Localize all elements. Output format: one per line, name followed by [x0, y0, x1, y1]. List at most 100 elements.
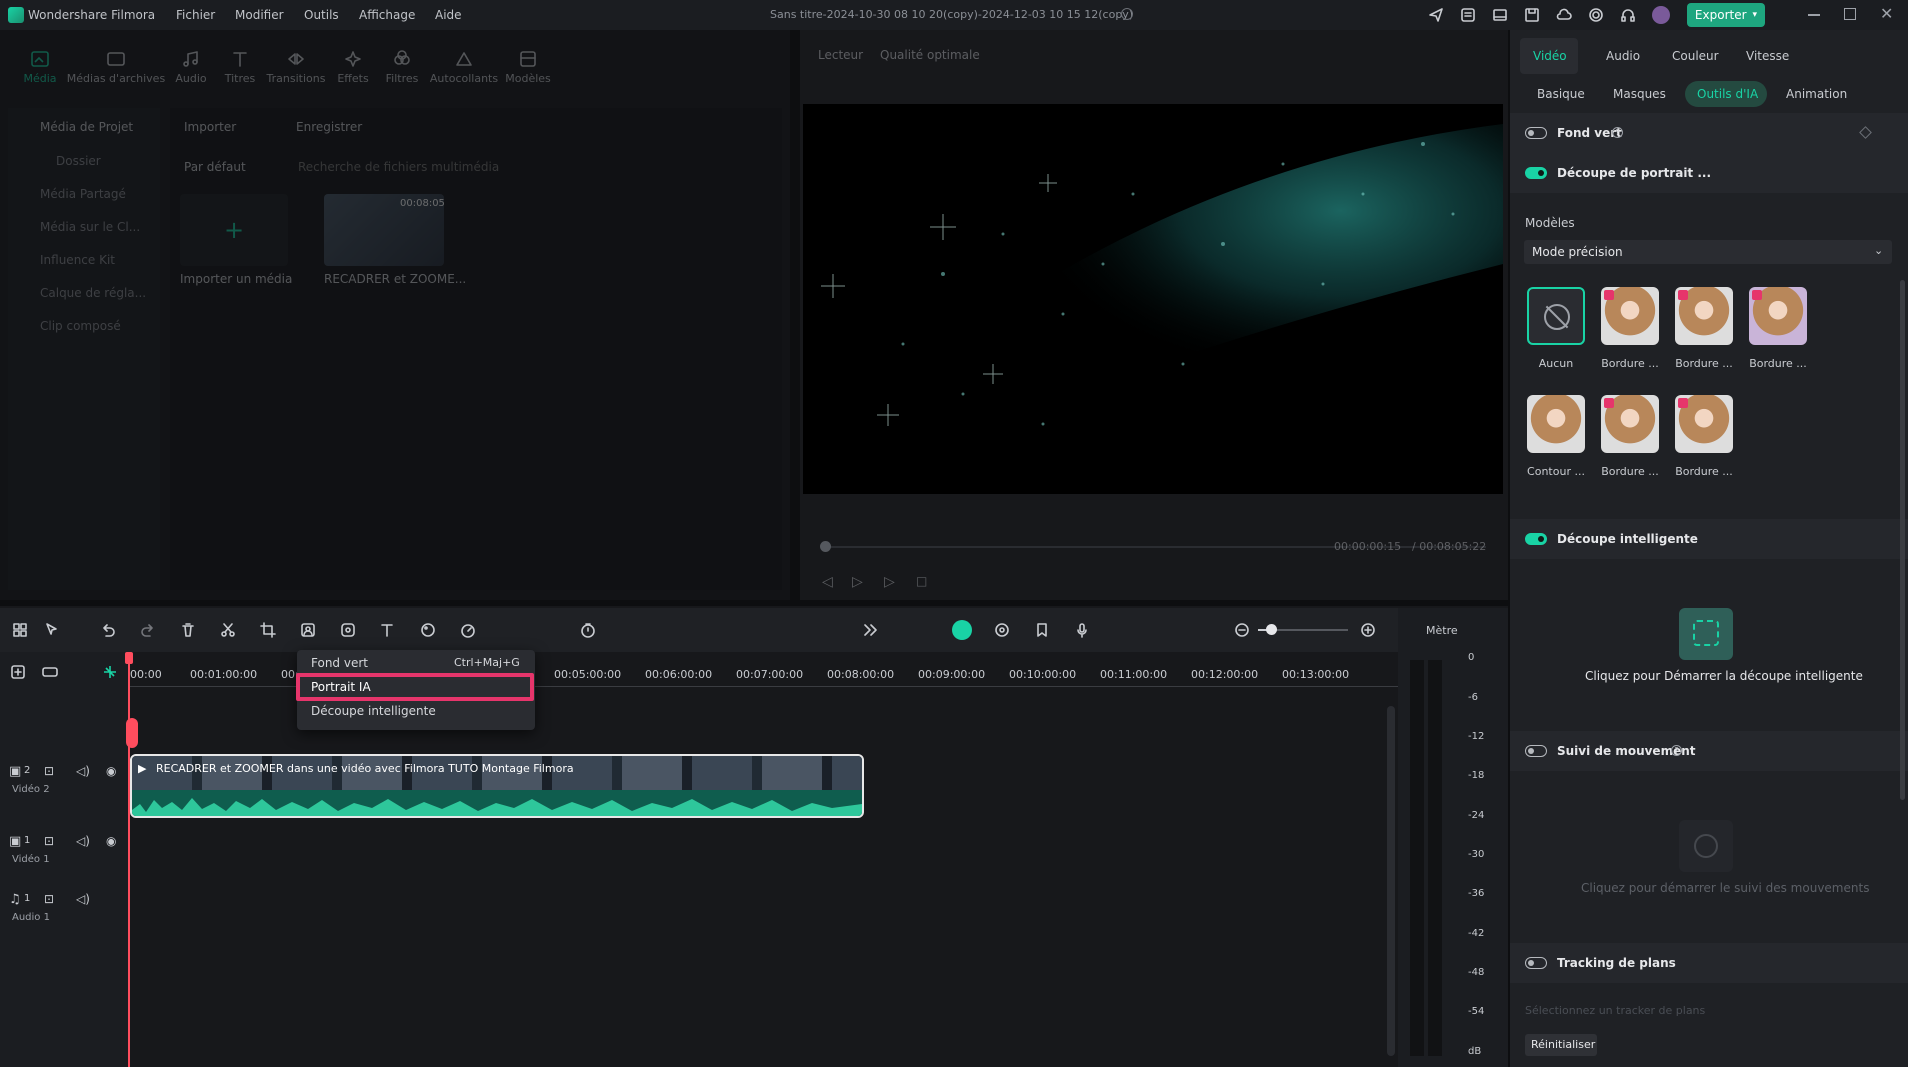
close-button[interactable]: ✕ [1880, 4, 1893, 23]
volume-icon[interactable]: ◁) [76, 764, 90, 778]
subtab-basique[interactable]: Basique [1537, 87, 1585, 101]
step-icon[interactable]: ▷ [852, 574, 863, 590]
smart-cutout-start-button[interactable] [1679, 608, 1733, 660]
lock-icon[interactable]: ⊡ [44, 764, 54, 778]
speed-icon[interactable] [460, 622, 476, 638]
menu-modifier[interactable]: Modifier [235, 8, 284, 22]
menu-item-decoupe-intelligente[interactable]: Découpe intelligente [311, 704, 436, 718]
tab-audio[interactable]: Audio [1606, 49, 1640, 63]
meter-dropdown[interactable]: Mètre [1426, 624, 1458, 637]
decoupe-intelligente-toggle[interactable] [1525, 533, 1547, 545]
eye-icon[interactable]: ◉ [106, 764, 116, 778]
export-button[interactable]: Exporter ▾ [1687, 3, 1765, 27]
lock-icon[interactable]: ⊡ [44, 834, 54, 848]
tab-vitesse[interactable]: Vitesse [1746, 49, 1789, 63]
record-button[interactable]: Enregistrer [296, 120, 362, 134]
suivi-mouvement-toggle[interactable] [1525, 745, 1547, 757]
tab-filtres[interactable]: Filtres [372, 50, 432, 85]
smart-cutout-action[interactable]: Cliquez pour Démarrer la découpe intelli… [1585, 669, 1863, 683]
timeline-scrollbar[interactable] [1387, 706, 1395, 1056]
ai-assistant-icon[interactable] [952, 620, 972, 640]
cut-icon[interactable] [220, 622, 236, 638]
import-button[interactable]: Importer [184, 120, 236, 134]
tab-couleur[interactable]: Couleur [1672, 49, 1719, 63]
link-icon[interactable] [42, 664, 58, 680]
redo-icon[interactable] [140, 622, 156, 638]
tab-modeles[interactable]: Modèles [498, 50, 558, 85]
info-icon[interactable] [1121, 8, 1133, 20]
volume-icon[interactable]: ◁) [76, 892, 90, 906]
smart-cut-icon[interactable] [340, 622, 356, 638]
sidebar-item-media-cloud[interactable]: Média sur le Cl... [40, 220, 140, 234]
preview-progress-knob[interactable] [820, 541, 831, 552]
sidebar-item-media-projet[interactable]: Média de Projet [40, 120, 133, 134]
sidebar-item-clip-compose[interactable]: Clip composé [40, 319, 121, 333]
grid-icon[interactable] [12, 622, 28, 638]
delete-icon[interactable] [180, 622, 196, 638]
render-icon[interactable] [994, 622, 1010, 638]
tracking-plans-toggle[interactable] [1525, 957, 1547, 969]
menu-aide[interactable]: Aide [435, 8, 462, 22]
help-icon[interactable]: ? [1612, 127, 1623, 138]
send-icon[interactable] [1428, 7, 1444, 23]
save-icon[interactable] [1524, 7, 1540, 23]
tab-autocollants[interactable]: Autocollants [428, 50, 500, 85]
panel-scrollbar[interactable] [1900, 280, 1905, 800]
sidebar-item-media-partage[interactable]: Média Partagé [40, 187, 126, 201]
template-bordure-1[interactable] [1601, 287, 1659, 345]
playhead[interactable] [128, 652, 130, 1067]
marker-icon[interactable] [1034, 622, 1050, 638]
gear-icon[interactable] [1588, 7, 1604, 23]
menu-fichier[interactable]: Fichier [176, 8, 215, 22]
sidebar-item-calque[interactable]: Calque de régla... [40, 286, 146, 300]
snap-icon[interactable] [102, 664, 118, 680]
subtab-masques[interactable]: Masques [1613, 87, 1666, 101]
ai-portrait-icon[interactable] [300, 622, 316, 638]
template-contour[interactable] [1527, 395, 1585, 453]
layout-icon[interactable] [1492, 7, 1508, 23]
quality-dropdown[interactable]: Qualité optimale [880, 48, 980, 62]
import-tile[interactable]: + [180, 194, 288, 266]
avatar[interactable] [1652, 6, 1670, 24]
menu-affichage[interactable]: Affichage [359, 8, 415, 22]
timeline-clip[interactable]: ▶ RECADRER et ZOOMER dans une vidéo avec… [130, 754, 864, 818]
color-icon[interactable] [420, 622, 436, 638]
lock-icon[interactable]: ⊡ [44, 892, 54, 906]
tab-media[interactable]: Média [10, 50, 70, 85]
template-bordure-3[interactable] [1749, 287, 1807, 345]
help-icon[interactable]: ? [1671, 745, 1682, 756]
timer-icon[interactable] [580, 622, 596, 638]
eye-icon[interactable]: ◉ [106, 834, 116, 848]
tab-titres[interactable]: Titres [210, 50, 270, 85]
menu-outils[interactable]: Outils [304, 8, 339, 22]
playhead-handle[interactable] [125, 652, 133, 664]
play-icon[interactable]: ▷ [884, 574, 895, 590]
zoom-slider-knob[interactable] [1266, 624, 1277, 635]
template-aucun[interactable] [1527, 287, 1585, 345]
template-bordure-5[interactable] [1675, 395, 1733, 453]
tab-transitions[interactable]: Transitions [266, 50, 326, 85]
headset-icon[interactable] [1620, 7, 1636, 23]
preview-video[interactable] [803, 104, 1503, 494]
crop-icon[interactable] [260, 622, 276, 638]
tab-archives[interactable]: Médias d'archives [66, 50, 166, 85]
playhead-marker[interactable] [126, 718, 138, 748]
template-bordure-2[interactable] [1675, 287, 1733, 345]
zoom-in-icon[interactable] [1360, 622, 1376, 638]
sort-dropdown[interactable]: Par défaut [184, 160, 246, 174]
maximize-button[interactable] [1844, 8, 1856, 20]
model-select[interactable]: Mode précision ⌄ [1524, 240, 1892, 264]
search-input[interactable]: Recherche de fichiers multimédia [298, 160, 499, 174]
menu-item-fond-vert[interactable]: Fond vert [311, 656, 368, 670]
stop-icon[interactable]: □ [916, 574, 927, 588]
add-track-icon[interactable] [10, 664, 26, 680]
prev-frame-icon[interactable]: ◁ [822, 574, 833, 590]
sidebar-item-dossier[interactable]: Dossier [56, 154, 101, 168]
cloud-icon[interactable] [1556, 7, 1572, 23]
undo-icon[interactable] [100, 622, 116, 638]
volume-icon[interactable]: ◁) [76, 834, 90, 848]
select-tool-icon[interactable] [44, 622, 60, 638]
notes-icon[interactable] [1460, 7, 1476, 23]
fond-vert-toggle[interactable] [1525, 127, 1547, 139]
decoupe-portrait-toggle[interactable] [1525, 167, 1547, 179]
